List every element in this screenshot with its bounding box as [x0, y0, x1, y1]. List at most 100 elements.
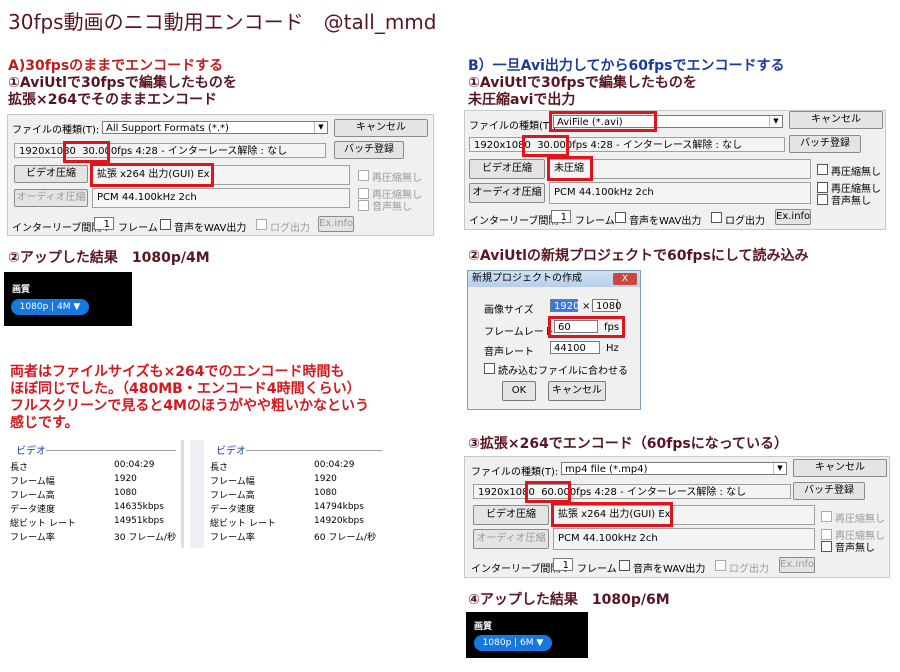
file-type-label: ファイルの種類(T): [469, 121, 557, 132]
times-label: × [582, 301, 591, 312]
hz-label: Hz [606, 343, 619, 354]
match-file-label: 読み込むファイルに合わせる [498, 366, 628, 377]
batch-register-button[interactable]: バッチ登録 [793, 482, 865, 500]
audio-compress-button[interactable]: オーディオ圧縮 [14, 189, 88, 207]
cancel-button[interactable]: キャンセル [793, 459, 887, 477]
video-info-right: ビデオ 長さ 00:04:29 フレーム幅 1920 フレーム高 1080 データ速度… [206, 440, 386, 550]
cancel-button[interactable]: キャンセル [334, 119, 428, 137]
audio-none-checkbox[interactable] [821, 541, 832, 552]
file-type-select[interactable]: All Support Formats (*.*) ▼ [102, 121, 328, 134]
info-value: 14951kbps [114, 516, 164, 526]
info-value: 14794kbps [314, 502, 364, 512]
wav-output-checkbox[interactable] [615, 212, 626, 223]
file-type-label: ファイルの種類(T): [471, 467, 559, 478]
wav-output-checkbox[interactable] [619, 560, 630, 571]
batch-register-button[interactable]: バッチ登録 [334, 141, 404, 159]
info-key: 総ビット レート [10, 519, 76, 529]
info-value: 00:04:29 [314, 460, 355, 470]
frame-label: フレーム [118, 223, 158, 234]
ok-button[interactable]: OK [502, 381, 536, 401]
audio-compress-button[interactable]: オーディオ圧縮 [473, 529, 549, 549]
info-value: 60 フレーム/秒 [314, 533, 377, 543]
width-input[interactable]: 1920 [550, 299, 579, 312]
info-value: 1920 [114, 474, 137, 484]
info-value: 30 フレーム/秒 [114, 533, 177, 543]
log-output-label: ログ出力 [729, 564, 769, 575]
recompress-none-label: 再圧縮無し [835, 514, 885, 525]
chevron-down-icon: ▼ [314, 122, 327, 133]
file-type-label: ファイルの種類(T): [12, 125, 100, 136]
encode-dialog-b: ファイルの種類(T): AviFile (*.avi) ▼ キャンセル 1920… [464, 110, 886, 230]
recompress-none-checkbox[interactable] [358, 170, 369, 181]
info-key: フレーム高 [10, 491, 55, 501]
cancel-button[interactable]: キャンセル [789, 111, 883, 129]
recompress-none-checkbox-2[interactable] [821, 529, 832, 540]
dialog-title: 新規プロジェクトの作成 [472, 273, 582, 284]
info-key: データ速度 [10, 505, 56, 515]
section-b-line1: ①AviUtlで30fpsで編集したものを [468, 75, 697, 91]
recompress-none-checkbox-2[interactable] [817, 182, 828, 193]
section-a-result-heading: ②アップした結果 1080p/4M [8, 250, 210, 266]
quality-select-button[interactable]: 1080p | 4M ▼ [11, 299, 89, 315]
file-type-highlight [549, 111, 657, 132]
info-key: フレーム率 [10, 533, 55, 543]
wav-output-label: 音声をWAV出力 [633, 564, 706, 575]
frame-rate-label: フレームレート [484, 327, 554, 338]
audio-compress-button[interactable]: オーディオ圧縮 [469, 183, 545, 203]
batch-register-button[interactable]: バッチ登録 [789, 135, 861, 153]
file-type-select[interactable]: mp4 file (*.mp4) ▼ [561, 462, 787, 475]
log-output-checkbox[interactable] [711, 212, 722, 223]
audio-none-label: 音声無し [831, 196, 871, 207]
quality-select-button[interactable]: 1080p | 6M ▼ [474, 635, 552, 651]
info-key: 長さ [10, 463, 29, 473]
section-b-heading: B）一旦Avi出力してから60fpsでエンコードする [468, 58, 785, 74]
step2-heading: ②AviUtlの新規プロジェクトで60fpsにして読み込み [468, 248, 809, 264]
log-output-checkbox[interactable] [715, 560, 726, 571]
info-key: フレーム率 [210, 533, 255, 543]
audio-codec-field: PCM 44.100kHz 2ch [92, 188, 350, 208]
ex-info-button[interactable]: Ex.info [775, 209, 811, 225]
interleave-input[interactable]: 1 [551, 210, 571, 223]
audio-none-checkbox[interactable] [358, 200, 369, 211]
recompress-none-checkbox[interactable] [817, 164, 828, 175]
video-compress-button[interactable]: ビデオ圧縮 [14, 165, 88, 183]
match-file-checkbox[interactable] [484, 363, 495, 374]
encode-dialog-a: ファイルの種類(T): All Support Formats (*.*) ▼ … [7, 114, 434, 236]
source-info: 1920x1080 30.000fps 4:28 - インターレース解除 : な… [469, 137, 785, 152]
audio-none-label: 音声無し [372, 202, 412, 213]
close-icon[interactable]: X [613, 273, 637, 285]
log-output-label: ログ出力 [725, 216, 765, 227]
log-output-checkbox[interactable] [256, 219, 267, 230]
video-compress-button[interactable]: ビデオ圧縮 [473, 505, 549, 525]
height-input[interactable]: 1080 [592, 299, 621, 312]
frame-label: フレーム [575, 216, 615, 227]
recompress-none-checkbox-2[interactable] [358, 188, 369, 199]
note-line: 感じです。 [10, 415, 79, 431]
video-compress-button[interactable]: ビデオ圧縮 [469, 159, 545, 179]
ex-info-button[interactable]: Ex.info [318, 216, 354, 232]
recompress-none-checkbox[interactable] [821, 511, 832, 522]
ex-info-button[interactable]: Ex.info [779, 557, 815, 573]
info-key: データ速度 [210, 505, 256, 515]
divider [190, 440, 204, 548]
info-value: 1080 [314, 488, 337, 498]
log-output-label: ログ出力 [270, 223, 310, 234]
interleave-input[interactable]: 1 [94, 217, 114, 230]
cancel-button[interactable]: キャンセル [548, 381, 606, 401]
section-a-line1: ①AviUtlで30fpsで編集したものを [8, 75, 237, 91]
note-line: 両者はファイルサイズも×264でのエンコード時間も [10, 364, 345, 380]
new-project-dialog: 新規プロジェクトの作成 X 画像サイズ 1920 × 1080 フレームレート … [467, 270, 641, 410]
audio-rate-input[interactable]: 44100 [550, 341, 600, 354]
chevron-down-icon: ▼ [773, 463, 786, 474]
recompress-none-label: 再圧縮無し [372, 173, 422, 184]
source-info: 1920x1080 30.000fps 4:28 - インターレース解除 : な… [14, 143, 326, 158]
interleave-input[interactable]: 1 [553, 558, 573, 571]
note-line: ほぼ同じでした。（480MB・エンコード4時間くらい） [10, 381, 361, 397]
quality-panel-b: 画質 1080p | 6M ▼ [466, 612, 588, 658]
wav-output-checkbox[interactable] [160, 219, 171, 230]
audio-codec-field: PCM 44.100kHz 2ch [553, 528, 815, 550]
page-title: 30fps動画のニコ動用エンコード @tall_mmd [8, 10, 437, 34]
info-value: 1920 [314, 474, 337, 484]
audio-codec-field: PCM 44.100kHz 2ch [549, 182, 811, 204]
audio-none-checkbox[interactable] [817, 194, 828, 205]
